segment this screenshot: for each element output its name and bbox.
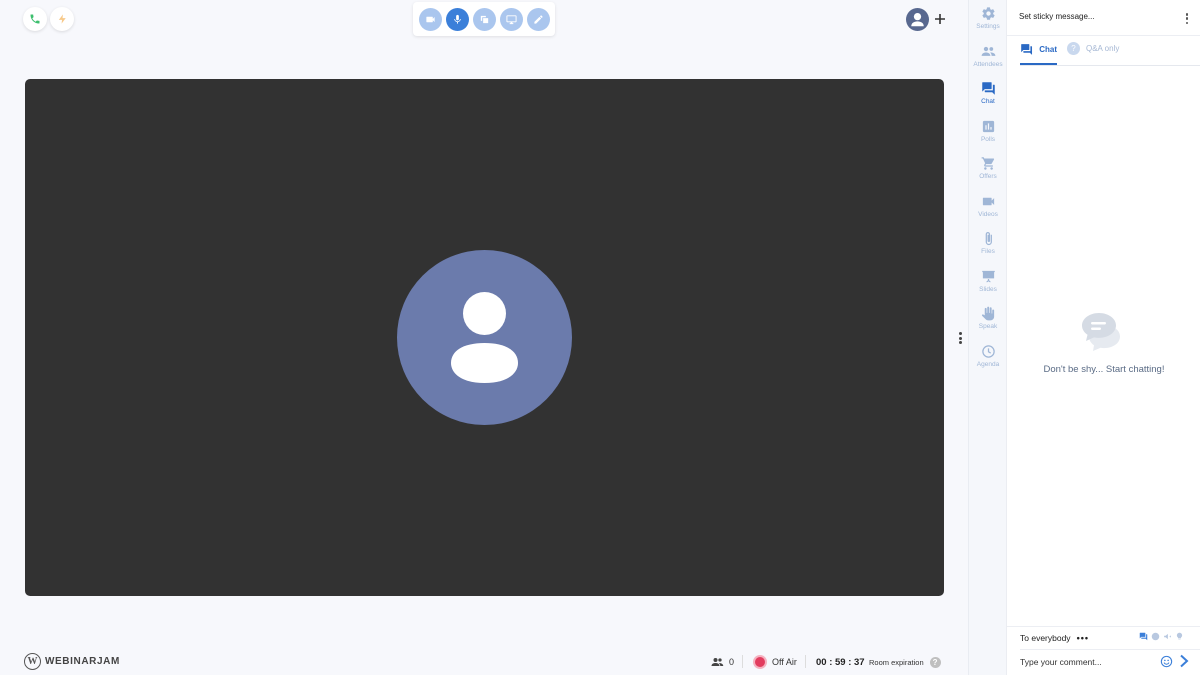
send-chevron-icon[interactable] <box>1179 654 1189 668</box>
monitor-icon <box>506 14 517 24</box>
share-screen-icon <box>480 15 489 23</box>
nav-attendees[interactable]: Attendees <box>969 44 1007 76</box>
attendee-counter[interactable]: 0 <box>711 652 734 672</box>
people-icon <box>981 46 995 56</box>
video-stage <box>25 79 944 596</box>
share-screen-button[interactable] <box>473 7 496 31</box>
nav-offers[interactable]: Offers <box>969 156 1007 188</box>
plus-icon <box>935 14 945 24</box>
panel-divider <box>1007 35 1200 36</box>
megaphone-filter-icon[interactable] <box>1163 632 1172 641</box>
question-icon: ? <box>1067 42 1080 55</box>
nav-label: Speak <box>978 323 998 330</box>
nav-speak[interactable]: Speak <box>969 306 1007 338</box>
hand-icon <box>981 306 994 321</box>
help-icon[interactable]: ? <box>929 656 941 668</box>
nav-label: Settings <box>976 23 1000 30</box>
panel-resize-handle[interactable] <box>956 330 964 346</box>
video-icon <box>982 197 994 206</box>
microphone-button[interactable] <box>446 7 469 31</box>
tab-chat[interactable]: Chat <box>1020 43 1057 65</box>
camera-icon <box>426 16 435 22</box>
nav-slides[interactable]: Slides <box>969 269 1007 301</box>
room-expiration-label: Room expiration <box>869 657 924 667</box>
room-timer: 00 : 59 : 37 <box>816 656 865 668</box>
monitor-button[interactable] <box>500 7 523 31</box>
chat-options-menu-icon[interactable] <box>1185 13 1189 24</box>
presenter-placeholder-avatar <box>397 250 572 425</box>
composer-divider <box>1007 626 1200 627</box>
paperclip-icon <box>985 231 992 246</box>
recipient-more-icon[interactable]: ••• <box>1077 633 1089 643</box>
nav-label: Files <box>981 248 995 255</box>
presenter-avatar[interactable] <box>906 8 929 31</box>
camera-button[interactable] <box>419 7 442 31</box>
user-silhouette-icon <box>451 292 518 383</box>
pencil-icon <box>534 14 543 24</box>
logo-mark: W <box>24 652 41 670</box>
people-icon <box>711 658 724 666</box>
nav-label: Attendees <box>973 61 1003 68</box>
chat-icon <box>981 82 995 95</box>
nav-label: Chat <box>981 98 995 105</box>
emoji-icon[interactable] <box>1160 655 1173 668</box>
presentation-icon <box>981 270 995 283</box>
broadcast-toggle[interactable]: Off Air <box>753 652 797 672</box>
nav-label: Slides <box>979 286 997 293</box>
user-icon <box>911 12 924 27</box>
tab-qa-label: Q&A only <box>1086 44 1120 53</box>
comment-input[interactable] <box>1020 654 1150 670</box>
empty-chat-bubbles-icon <box>1082 313 1120 351</box>
bar-chart-icon <box>982 120 994 133</box>
tab-qa-only[interactable]: ? Q&A only <box>1067 42 1120 65</box>
chat-panel: Set sticky message... Chat ? Q&A only Do… <box>1006 0 1200 675</box>
nav-chat[interactable]: Chat <box>969 81 1007 113</box>
tab-divider <box>1020 65 1200 66</box>
off-air-indicator-icon <box>753 655 767 669</box>
lightbulb-filter-icon[interactable] <box>1175 632 1184 641</box>
phone-button[interactable] <box>23 7 47 31</box>
nav-polls[interactable]: Polls <box>969 119 1007 151</box>
cart-icon <box>981 157 994 170</box>
broadcast-status: Off Air <box>772 657 797 667</box>
question-filter-icon[interactable] <box>1151 632 1160 641</box>
lightning-button[interactable] <box>50 7 74 31</box>
webinarjam-logo: W WEBINARJAM <box>24 652 120 670</box>
lightning-icon <box>58 14 66 24</box>
sticky-message-input[interactable]: Set sticky message... <box>1019 12 1095 21</box>
recipient-selector[interactable]: To everybody ••• <box>1020 633 1089 643</box>
media-toolbar <box>413 2 555 36</box>
recipient-label: To everybody <box>1020 633 1071 643</box>
nav-settings[interactable]: Settings <box>969 6 1007 38</box>
nav-label: Polls <box>980 136 996 143</box>
nav-videos[interactable]: Videos <box>969 194 1007 226</box>
footer-divider <box>742 655 743 668</box>
empty-chat-message: Don't be shy... Start chatting! <box>1043 364 1165 375</box>
side-nav: Settings Attendees Chat Polls Offers Vid… <box>968 0 1006 675</box>
draw-button[interactable] <box>527 7 550 31</box>
microphone-icon <box>454 14 461 24</box>
footer-divider <box>805 655 806 668</box>
composer-rule <box>1020 649 1200 650</box>
clock-icon <box>981 345 995 358</box>
room-expiration: Room expiration ? <box>869 652 941 672</box>
nav-label: Videos <box>978 211 998 218</box>
phone-icon <box>30 14 40 24</box>
logo-text: WEBINARJAM <box>45 655 120 667</box>
tab-chat-label: Chat <box>1039 45 1057 54</box>
chat-filter-icon[interactable] <box>1139 632 1148 641</box>
gear-icon <box>981 7 995 20</box>
nav-files[interactable]: Files <box>969 231 1007 263</box>
attendee-count: 0 <box>729 657 735 667</box>
nav-agenda[interactable]: Agenda <box>969 344 1007 376</box>
chat-icon <box>1021 44 1033 55</box>
message-filters <box>1139 632 1184 641</box>
nav-label: Agenda <box>976 361 1000 368</box>
add-presenter-button[interactable] <box>933 9 947 29</box>
nav-label: Offers <box>979 173 997 180</box>
